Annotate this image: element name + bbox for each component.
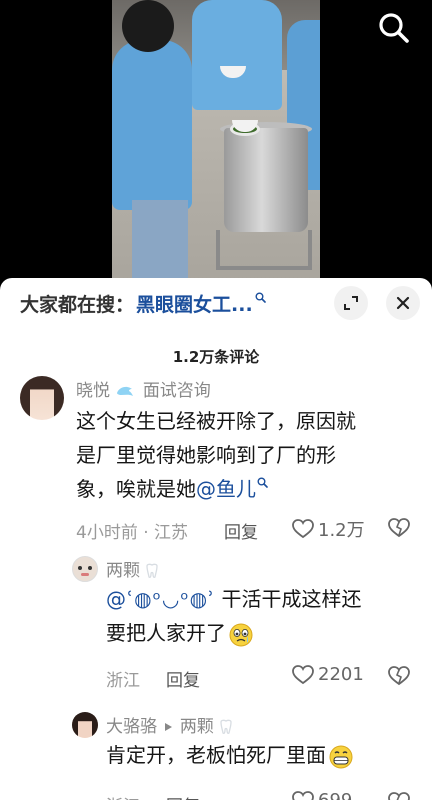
search-icon xyxy=(257,477,268,488)
comment-sheet: 大家都在搜： 黑眼圈女工... 1.2万条评论 晓悦 面试咨询 这个女生已经被开… xyxy=(0,278,432,800)
comment-item: 两颗 @ʿ◍ᵒ◡ᵒ◍ʾ 干活干成这样还 要把人家开了 浙江 回复 2201 xyxy=(0,552,432,702)
comment-meta: 4小时前 · 江苏 xyxy=(76,523,189,543)
heart-icon xyxy=(292,664,314,684)
close-button[interactable] xyxy=(386,286,420,320)
search-icon xyxy=(255,292,266,303)
like-count: 699 xyxy=(318,790,352,800)
hot-search-prefix: 大家都在搜： xyxy=(20,293,135,316)
like-count: 1.2万 xyxy=(318,520,365,541)
dislike-icon[interactable] xyxy=(388,518,410,538)
dislike-icon[interactable] xyxy=(388,792,410,800)
tooth-icon xyxy=(146,563,159,579)
avatar[interactable] xyxy=(72,556,98,582)
reply-to-username[interactable]: 两颗 xyxy=(180,717,214,737)
comment-item: 大骆骆 两颗 肯定开，老板怕死厂里面 浙江 回复 699 xyxy=(0,708,432,800)
dislike-icon[interactable] xyxy=(388,666,410,686)
tooth-icon xyxy=(220,719,232,735)
comment-text: 这个女生已经被开除了，原因就 是厂里觉得她影响到了厂的形 象，唉就是她@鱼儿 xyxy=(76,409,356,501)
grin-emoji-icon xyxy=(329,745,353,768)
avatar[interactable] xyxy=(20,376,64,420)
comment-meta: 浙江 xyxy=(106,792,140,800)
search-icon xyxy=(379,13,409,43)
heart-icon xyxy=(292,519,314,539)
like-button[interactable]: 1.2万 xyxy=(292,516,365,542)
hot-search-term[interactable]: 黑眼圈女工... xyxy=(136,290,253,317)
reply-button[interactable]: 回复 xyxy=(166,792,200,800)
username[interactable]: 大骆骆 两颗 xyxy=(106,712,233,737)
comment-meta: 浙江 xyxy=(106,671,140,691)
video-frame xyxy=(112,0,320,282)
expand-icon xyxy=(344,296,358,310)
dolphin-icon xyxy=(117,386,134,396)
user-badge-text: 面试咨询 xyxy=(142,381,211,401)
username[interactable]: 晓悦 面试咨询 xyxy=(76,376,211,401)
close-icon xyxy=(396,296,410,310)
expand-button[interactable] xyxy=(334,286,368,320)
comment-count: 1.2万条评论 xyxy=(172,348,260,366)
reply-arrow-icon xyxy=(165,723,173,731)
comment-text: @ʿ◍ᵒ◡ᵒ◍ʾ 干活干成这样还 要把人家开了 xyxy=(106,582,416,650)
comment-item: 晓悦 面试咨询 这个女生已经被开除了，原因就 是厂里觉得她影响到了厂的形 象，唉… xyxy=(0,372,432,552)
like-count: 2201 xyxy=(318,664,364,685)
video-player[interactable] xyxy=(0,0,432,282)
heart-icon xyxy=(292,790,314,800)
reply-button[interactable]: 回复 xyxy=(166,666,200,691)
like-button[interactable]: 2201 xyxy=(292,664,364,685)
search-button[interactable] xyxy=(374,8,414,48)
mention-link[interactable]: @鱼儿 xyxy=(196,477,256,501)
username[interactable]: 两颗 xyxy=(106,556,159,581)
reply-button[interactable]: 回复 xyxy=(224,518,258,543)
avatar[interactable] xyxy=(72,712,98,738)
like-button[interactable]: 699 xyxy=(292,790,352,800)
crying-emoji-icon xyxy=(229,623,253,646)
comment-text: 肯定开，老板怕死厂里面 xyxy=(106,738,416,772)
mention-link[interactable]: @ʿ◍ᵒ◡ᵒ◍ʾ xyxy=(106,587,215,611)
